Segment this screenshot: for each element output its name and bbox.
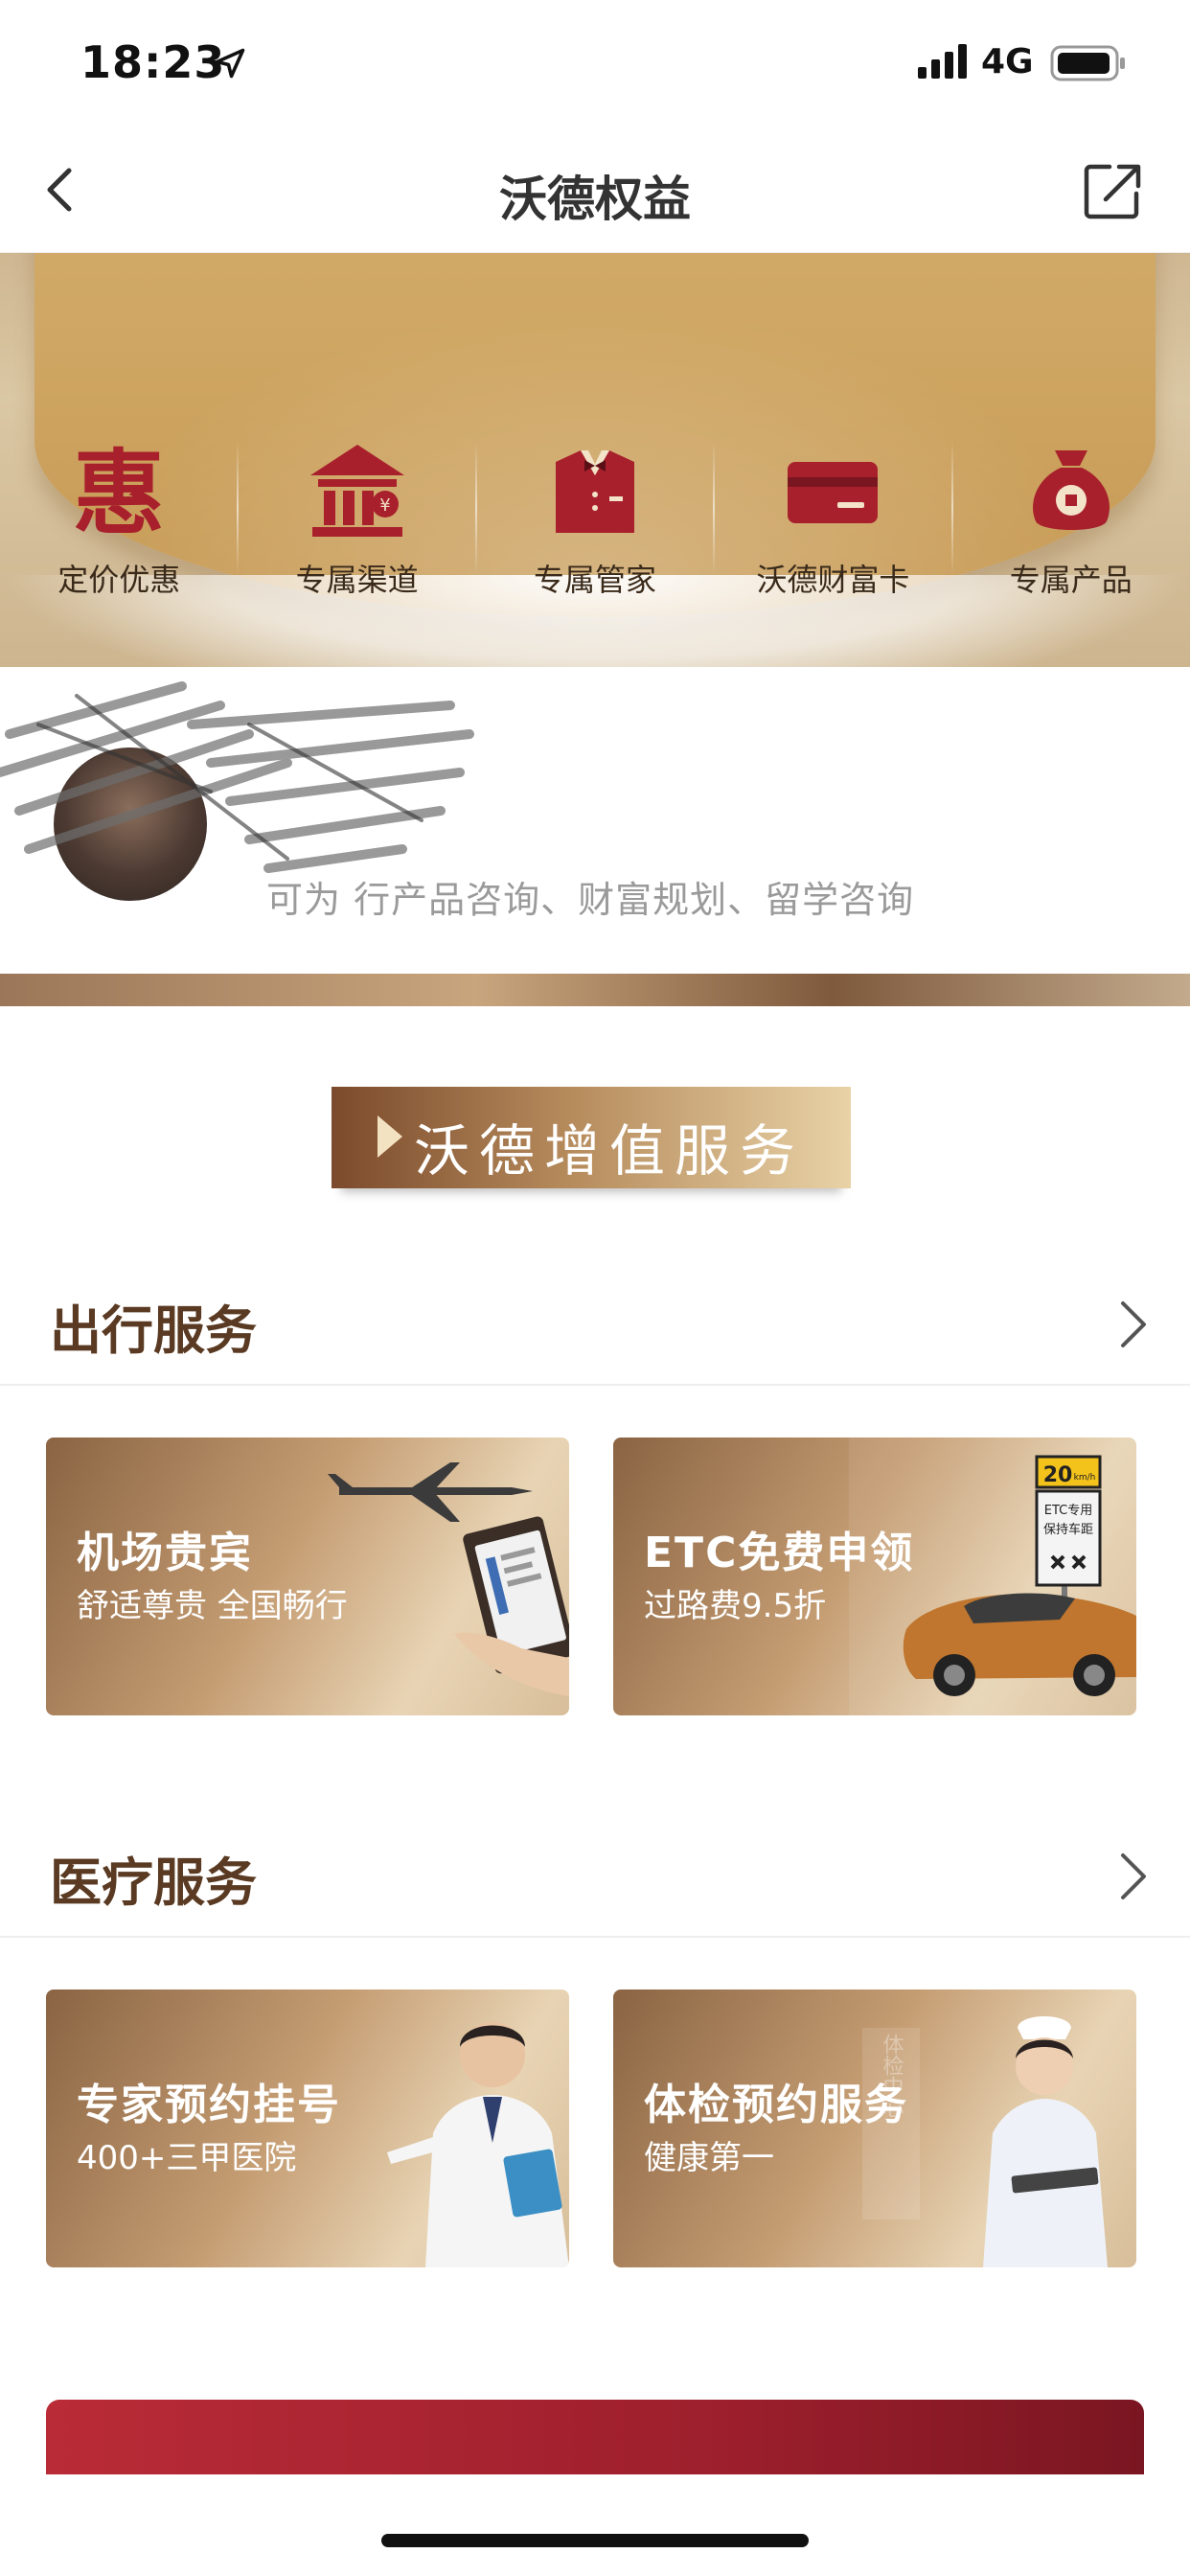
location-arrow-icon [215, 48, 245, 79]
banner-arrow-icon [378, 1116, 402, 1158]
chevron-right-icon[interactable] [1111, 1296, 1154, 1353]
banner-text: 沃德增值服务 [414, 1118, 806, 1184]
card-etc-application[interactable]: 20 km/h ETC专用 保持车距 ETC免费申领 过路费9.5折 [613, 1438, 1136, 1715]
card-subtitle: 舒适尊贵 全国畅行 [77, 1587, 348, 1625]
perk-row: 惠 定价优惠 ¥ 专属渠道 专属管家 沃德财富卡 专属产品 [0, 422, 1190, 613]
perk-wealth-card[interactable]: 沃德财富卡 [713, 422, 951, 613]
sign-keep-distance: 保持车距 [1043, 1522, 1093, 1537]
card-airport-vip[interactable]: 机场贵宾 舒适尊贵 全国畅行 [46, 1438, 569, 1715]
battery-icon [1050, 45, 1125, 81]
consultant-description: 可为 行产品咨询、财富规划、留学咨询 [266, 879, 915, 921]
airplane-ticket-image [328, 1462, 569, 1696]
chevron-right-icon[interactable] [1111, 1848, 1154, 1905]
svg-text:惠: 惠 [73, 439, 165, 542]
share-icon[interactable] [1083, 161, 1142, 220]
value-added-banner: 沃德增值服务 [332, 1087, 851, 1188]
page-title: 沃德权益 [499, 172, 691, 227]
perk-exclusive-product[interactable]: 专属产品 [950, 422, 1190, 613]
perk-exclusive-butler[interactable]: 专属管家 [474, 422, 714, 613]
card-icon [788, 462, 879, 523]
gold-divider-bar [0, 974, 1190, 1006]
sign-unit: km/h [1074, 1473, 1096, 1483]
card-subtitle: 400+三甲医院 [77, 2139, 297, 2177]
consultant-card[interactable]: 可为 行产品咨询、财富规划、留学咨询 [0, 667, 1190, 974]
card-subtitle: 过路费9.5折 [644, 1587, 827, 1625]
sign-speed: 20 [1043, 1463, 1073, 1487]
perk-label: 专属产品 [1009, 562, 1133, 598]
sign-etc: ETC专用 [1044, 1504, 1092, 1518]
home-indicator[interactable] [381, 2534, 809, 2547]
status-bar: 18:23 4G [0, 0, 1190, 126]
card-subtitle: 健康第一 [644, 2139, 774, 2177]
section-travel-header[interactable]: 出行服务 [0, 1252, 1190, 1386]
card-title: ETC免费申领 [644, 1529, 915, 1577]
card-expert-appointment[interactable]: 专家预约挂号 400+三甲医院 [46, 1990, 569, 2267]
section-medical-header[interactable]: 医疗服务 [0, 1804, 1190, 1938]
bank-icon: ¥ [309, 445, 404, 537]
perk-exclusive-channel[interactable]: ¥ 专属渠道 [237, 422, 475, 613]
cellular-signal-icon [918, 44, 967, 79]
section-title: 医疗服务 [50, 1852, 257, 1913]
value-added-banner-area: 沃德增值服务 [0, 1006, 1190, 1236]
nav-bar: 沃德权益 [0, 126, 1190, 253]
network-type: 4G [981, 42, 1034, 81]
card-title: 专家预约挂号 [77, 2081, 341, 2129]
hui-character-icon: 惠 [73, 439, 165, 542]
perk-label: 专属渠道 [295, 562, 419, 598]
butler-suit-icon [555, 450, 634, 533]
perk-label: 沃德财富卡 [756, 562, 910, 598]
card-title: 机场贵宾 [77, 1529, 253, 1577]
card-title: 体检预约服务 [644, 2081, 908, 2129]
card-health-checkup[interactable]: 体检中心 体检预约服务 健康第一 [613, 1990, 1136, 2267]
section-title: 出行服务 [50, 1300, 257, 1361]
perk-label: 专属管家 [533, 562, 656, 598]
perk-pricing-discount[interactable]: 惠 定价优惠 [0, 422, 238, 613]
perk-label: 定价优惠 [57, 562, 181, 598]
bottom-safe-area [0, 2474, 1190, 2576]
svg-text:¥: ¥ [379, 495, 390, 516]
status-time: 18:23 [80, 36, 226, 88]
money-bag-icon [1032, 450, 1110, 530]
